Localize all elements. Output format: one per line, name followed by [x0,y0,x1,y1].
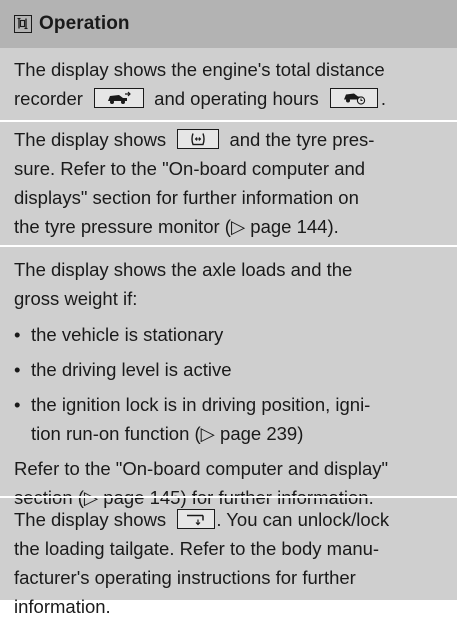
bullet-icon: • [14,359,21,380]
distance-recorder-icon [94,88,145,108]
loading-tailgate-icon [177,509,216,529]
bullet-icon: • [14,324,21,345]
text-line: gross weight if: [14,288,138,309]
text-line: the loading tailgate. Refer to the body … [14,538,380,559]
text-line: Refer to the "On-board computer and disp… [14,458,389,479]
divider [0,496,457,498]
operation-icon [14,15,32,33]
list-item: • the vehicle is stationary [14,320,443,349]
text-line: The display shows . You can unlock/lock [14,509,390,530]
divider [0,120,457,122]
text-line: recorder and operating hours . [14,88,387,109]
text-line: displays" section for further informatio… [14,187,359,208]
text-line: information. [14,596,111,617]
divider [0,245,457,247]
info-row-total-distance: The display shows the engine's total dis… [0,55,457,113]
operating-hours-icon [329,88,378,108]
section-header: Operation [0,0,457,48]
bullet-icon: • [14,394,21,415]
operation-panel: Operation The display shows the engine's… [0,0,457,617]
text-line: the tyre pressure monitor (▷ page 144). [14,216,339,237]
info-row-loading-tailgate: The display shows . You can unlock/lock … [0,505,457,621]
text-line: facturer's operating instructions for fu… [14,567,356,588]
info-row-tyre-pressure: The display shows and the tyre pres- sur… [0,125,457,241]
tyre-pressure-icon [177,129,220,149]
text-line: The display shows the axle loads and the [14,259,353,280]
text-line: The display shows the engine's total dis… [14,59,385,80]
bullet-list: • the vehicle is stationary • the drivin… [14,320,443,448]
text-line: sure. Refer to the "On-board computer an… [14,158,366,179]
list-item: • the driving level is active [14,355,443,384]
info-row-axle-loads: The display shows the axle loads and the… [0,255,457,512]
text-line: The display shows and the tyre pres- [14,129,375,150]
section-title: Operation [39,13,130,34]
list-item: • the ignition lock is in driving positi… [14,390,443,448]
